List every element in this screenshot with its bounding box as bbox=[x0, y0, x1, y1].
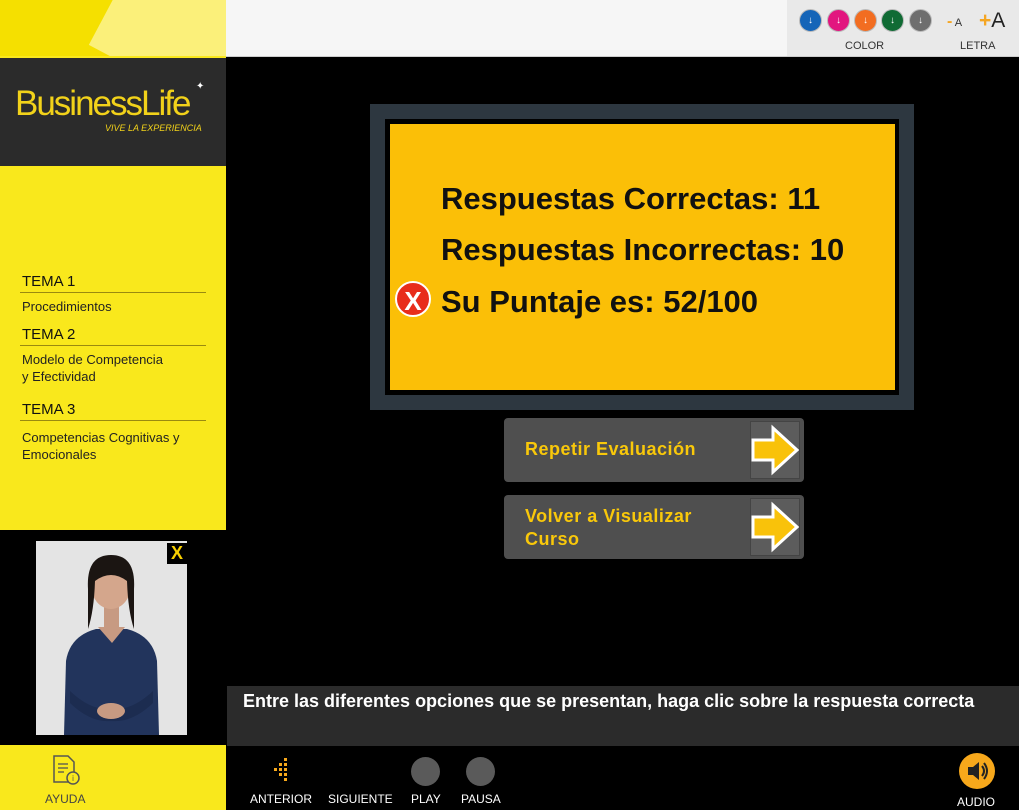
score: Su Puntaje es: 52/100 bbox=[441, 284, 759, 319]
tema-3-title[interactable]: TEMA 3 bbox=[22, 401, 75, 418]
review-label-line2: Curso bbox=[525, 529, 580, 549]
tema-1-subtitle[interactable]: Procedimientos bbox=[22, 298, 112, 315]
tema-1-title[interactable]: TEMA 1 bbox=[22, 273, 75, 290]
tema-2-subtitle-line2: y Efectividad bbox=[22, 369, 96, 384]
previous-icon[interactable] bbox=[270, 756, 292, 782]
brand-name: BusinessLife bbox=[15, 84, 191, 123]
next-button[interactable]: SIGUIENTE bbox=[328, 792, 393, 806]
brand-logo: BusinessLife ✦ VIVE LA EXPERIENCIA bbox=[0, 58, 226, 166]
tema-3-subtitle[interactable]: Competencias Cognitivas y Emocionales bbox=[22, 429, 180, 463]
retry-label: Repetir Evaluación bbox=[525, 439, 697, 459]
star-icon: ✦ bbox=[196, 81, 205, 92]
play-button[interactable]: PLAY bbox=[411, 792, 441, 806]
tema-3-subtitle-line1: Competencias Cognitivas y bbox=[22, 430, 180, 445]
fail-icon: X bbox=[395, 281, 431, 317]
sign-language-video bbox=[36, 541, 187, 735]
color-option-pink[interactable]: ↓ bbox=[827, 9, 850, 32]
help-label: AYUDA bbox=[45, 792, 86, 806]
review-course-button[interactable]: Volver a Visualizar Curso bbox=[504, 495, 804, 559]
incorrect-answers: Respuestas Incorrectas: 10 bbox=[441, 232, 845, 267]
font-decrease-button[interactable]: - A bbox=[947, 13, 962, 31]
svg-text:i: i bbox=[72, 774, 74, 783]
pause-button[interactable]: PAUSA bbox=[461, 792, 501, 806]
tema-2-subtitle-line1: Modelo de Competencia bbox=[22, 352, 163, 367]
tema-2-subtitle[interactable]: Modelo de Competencia y Efectividad bbox=[22, 351, 163, 385]
review-label: Volver a Visualizar Curso bbox=[525, 505, 692, 551]
help-button[interactable]: i AYUDA bbox=[0, 745, 226, 810]
accessibility-tools: ↓ ↓ ↓ ↓ ↓ COLOR - A +A LETRA bbox=[787, 0, 1019, 56]
font-increase-button[interactable]: +A bbox=[979, 9, 1005, 33]
arrow-right-icon bbox=[750, 498, 800, 556]
audio-button[interactable]: AUDIO bbox=[957, 795, 995, 809]
sidebar-top-decoration bbox=[0, 0, 226, 56]
brand-tagline: VIVE LA EXPERIENCIA bbox=[105, 123, 202, 133]
tema-3-subtitle-line2: Emocionales bbox=[22, 447, 97, 462]
font-label: LETRA bbox=[960, 40, 996, 52]
play-icon[interactable] bbox=[411, 757, 440, 786]
correct-answers: Respuestas Correctas: 11 bbox=[441, 181, 821, 216]
color-option-green[interactable]: ↓ bbox=[881, 9, 904, 32]
review-label-line1: Volver a Visualizar bbox=[525, 506, 692, 526]
instruction-text: Entre las diferentes opciones que se pre… bbox=[243, 691, 975, 711]
color-option-gray[interactable]: ↓ bbox=[909, 9, 932, 32]
pause-icon[interactable] bbox=[466, 757, 495, 786]
help-document-icon: i bbox=[53, 755, 80, 785]
divider bbox=[20, 292, 206, 293]
instruction-bar: Entre las diferentes opciones que se pre… bbox=[227, 686, 1019, 746]
color-option-blue[interactable]: ↓ bbox=[799, 9, 822, 32]
color-label: COLOR bbox=[845, 40, 885, 52]
previous-button[interactable]: ANTERIOR bbox=[250, 792, 312, 806]
color-option-orange[interactable]: ↓ bbox=[854, 9, 877, 32]
audio-icon[interactable] bbox=[959, 753, 995, 789]
divider bbox=[20, 345, 206, 346]
divider bbox=[20, 420, 206, 421]
tema-2-title[interactable]: TEMA 2 bbox=[22, 326, 75, 343]
arrow-right-icon bbox=[750, 421, 800, 479]
retry-evaluation-button[interactable]: Repetir Evaluación bbox=[504, 418, 804, 482]
close-video-button[interactable]: X bbox=[167, 543, 187, 564]
interpreter-figure bbox=[36, 541, 187, 735]
